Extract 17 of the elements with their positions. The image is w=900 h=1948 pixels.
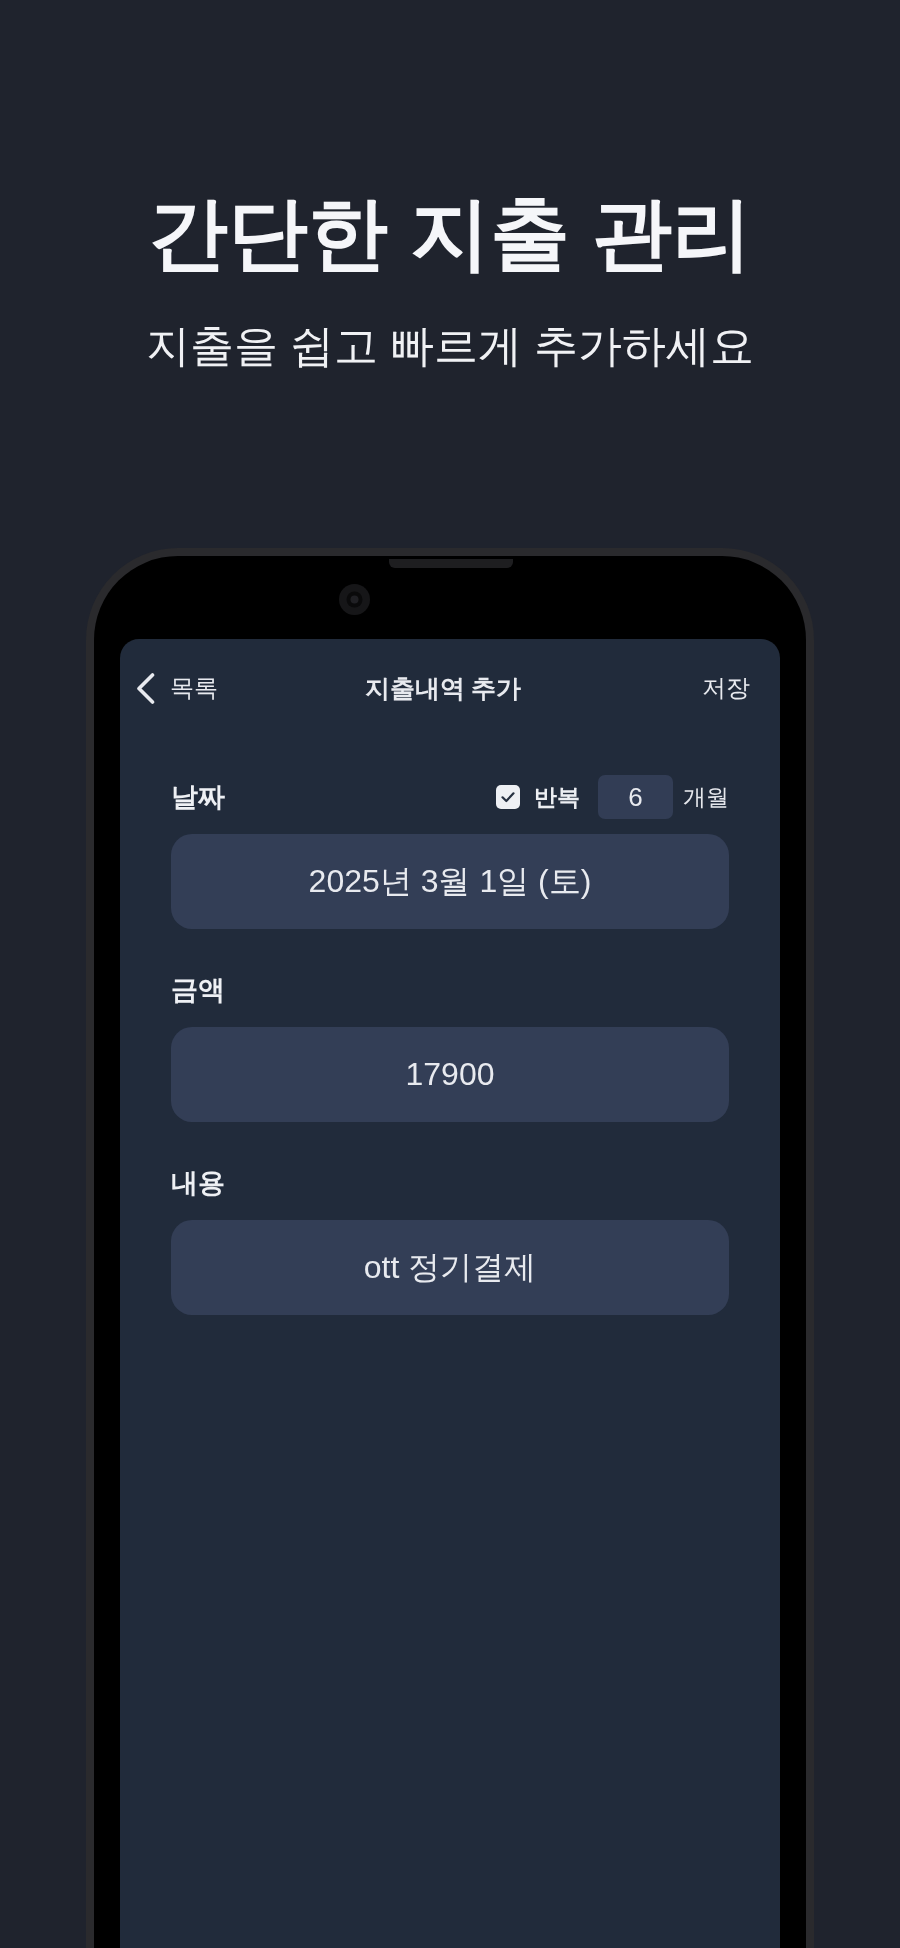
repeat-label: 반복 [534, 782, 580, 812]
description-field[interactable]: ott 정기결제 [171, 1220, 729, 1315]
date-field[interactable]: 2025년 3월 1일 (토) [171, 834, 729, 929]
subheadline: 지출을 쉽고 빠르게 추가하세요 [145, 320, 755, 372]
field-label: 날짜 [171, 781, 225, 814]
checkbox[interactable] [496, 785, 520, 809]
field-label: 금액 [171, 974, 225, 1007]
camera-icon [339, 584, 370, 615]
headline: 간단한 지출 관리 [147, 188, 753, 280]
amount-field[interactable]: 17900 [171, 1027, 729, 1122]
chevron-left-icon [136, 672, 155, 704]
screen-title: 지출내역 추가 [364, 672, 522, 704]
save-button[interactable]: 저장 [702, 672, 750, 704]
repeat-count-field[interactable]: 6 [598, 775, 673, 819]
unit-label: 개월 [683, 782, 729, 812]
field-label: 내용 [171, 1167, 225, 1200]
back-button[interactable]: 목록 [136, 672, 218, 704]
